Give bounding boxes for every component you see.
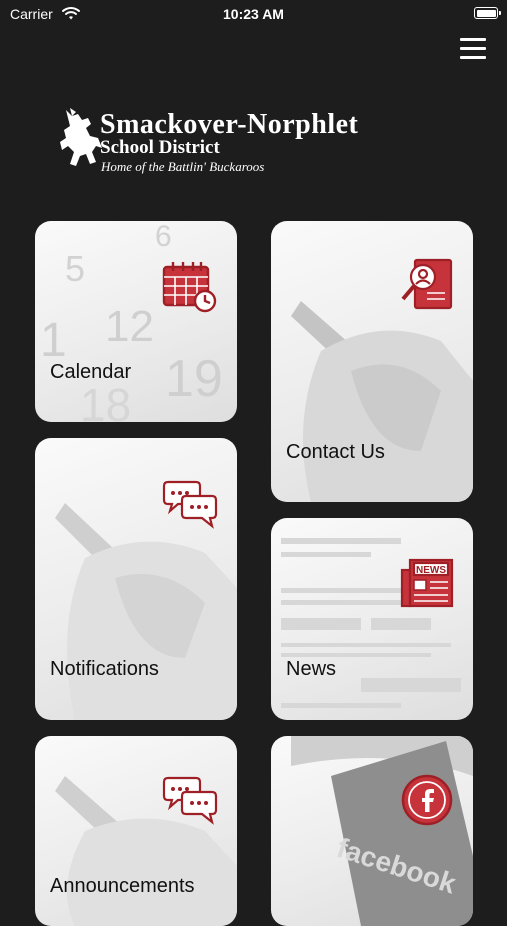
svg-text:18: 18 [80,379,131,422]
news-icon-text: NEWS [416,565,446,576]
svg-text:19: 19 [165,350,223,408]
chat-bubbles-icon [162,480,218,529]
news-tile[interactable]: NEWS News [271,518,473,720]
facebook-tile[interactable]: facebook [271,736,473,926]
contact-us-label: Contact Us [286,441,385,463]
svg-text:6: 6 [155,221,172,253]
menu-button[interactable] [460,38,486,60]
logo-school-district: School District [100,137,220,158]
calendar-tile[interactable]: 5 6 1 12 19 18 Calendar [35,221,237,422]
announcements-tile[interactable]: Announcements [35,736,237,926]
svg-text:1: 1 [40,314,67,367]
notifications-label: Notifications [50,658,159,680]
newspaper-background [281,538,461,708]
bucking-horse-icon [60,108,102,166]
news-label: News [286,658,337,680]
newspaper-icon: NEWS [400,558,454,608]
notifications-tile[interactable]: Notifications [35,438,237,720]
contact-search-icon [401,258,453,310]
logo-tagline: Home of the Battlin' Buckaroos [101,159,265,174]
status-time: 10:23 AM [223,6,284,22]
calendar-label: Calendar [50,361,132,383]
battery-icon [474,7,501,19]
chat-bubbles-icon [162,776,218,825]
calendar-clock-icon [162,262,217,313]
calendar-numbers-background: 5 6 1 12 19 18 [40,221,223,422]
status-bar: Carrier 10:23 AM [0,0,507,30]
svg-text:12: 12 [105,302,154,351]
district-logo: Smackover-Norphlet School District Home … [58,108,450,180]
facebook-phone-background: facebook [291,736,473,926]
svg-text:5: 5 [65,248,85,289]
contact-us-tile[interactable]: Contact Us [271,221,473,502]
announcements-label: Announcements [50,875,195,897]
facebook-icon [401,774,453,826]
